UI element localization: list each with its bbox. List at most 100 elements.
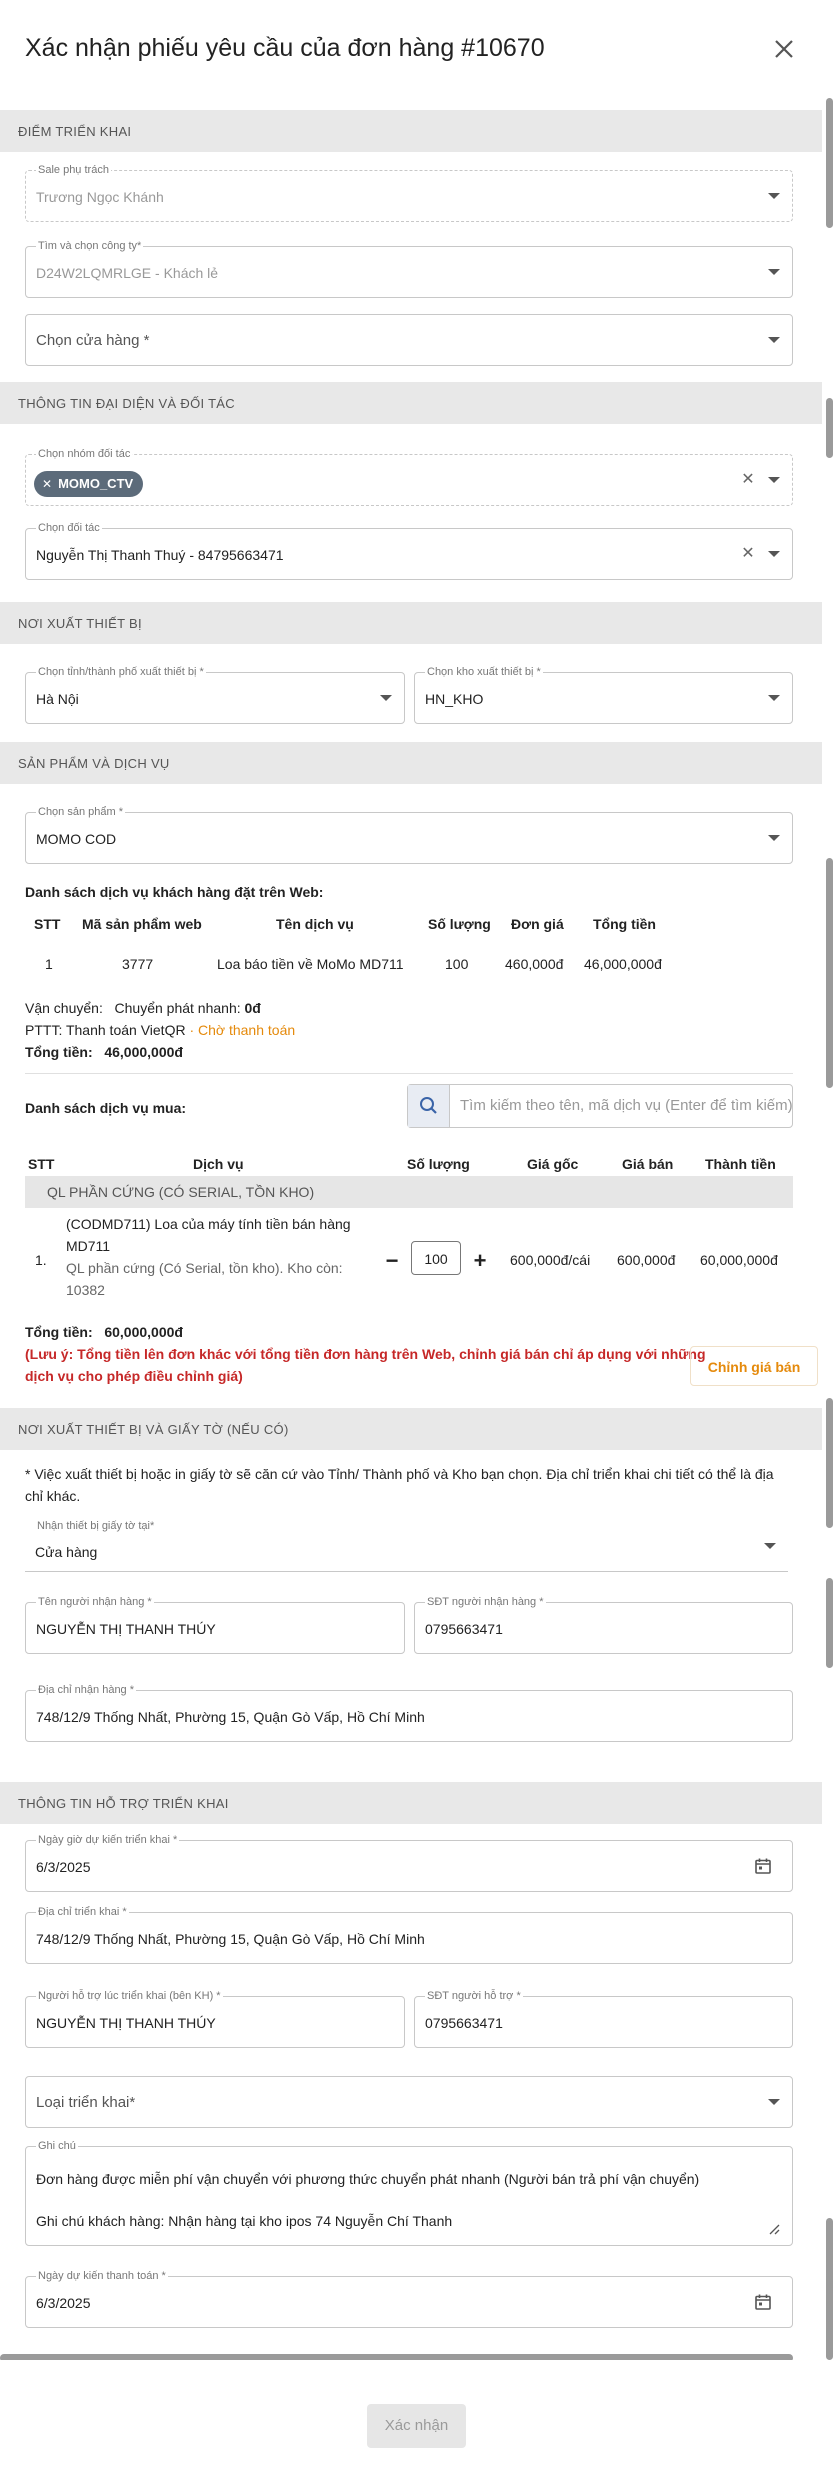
support-person-input[interactable]: Người hỗ trợ lúc triển khai (bên KH) * N… bbox=[25, 1990, 405, 2048]
web-header-name: Tên dịch vụ bbox=[276, 916, 354, 932]
scrollbar-thumb[interactable] bbox=[826, 858, 833, 1088]
field-value: Trương Ngọc Khánh bbox=[36, 189, 164, 205]
note-line-1: Đơn hàng được miễn phí vận chuyển với ph… bbox=[36, 2171, 700, 2187]
web-cell-total: 46,000,000đ bbox=[584, 956, 662, 972]
dialog-body[interactable]: ĐIỂM TRIỂN KHAI Sale phụ trách Trương Ng… bbox=[0, 98, 822, 2360]
web-header-code: Mã sản phẩm web bbox=[82, 916, 202, 932]
confirm-button[interactable]: Xác nhận bbox=[367, 2404, 466, 2448]
deploy-type-select[interactable]: Loại triển khai* bbox=[25, 2076, 793, 2128]
support-phone-input[interactable]: SĐT người hỗ trợ * 0795663471 bbox=[414, 1990, 793, 2048]
receive-place-select[interactable]: Nhận thiết bị giấy tờ tại* Cửa hàng bbox=[25, 1520, 788, 1572]
chip-remove-icon[interactable]: ✕ bbox=[42, 477, 52, 491]
calendar-icon[interactable] bbox=[754, 1857, 772, 1875]
scrollbar-thumb[interactable] bbox=[826, 1578, 833, 1668]
web-cell-price: 460,000đ bbox=[505, 956, 564, 972]
section-products: SẢN PHẨM VÀ DỊCH VỤ bbox=[0, 742, 822, 784]
payment-status: · Chờ thanh toán bbox=[189, 1022, 296, 1038]
search-placeholder: Tìm kiếm theo tên, mã dịch vụ (Enter để … bbox=[460, 1097, 793, 1114]
horizontal-scrollbar[interactable] bbox=[0, 2354, 793, 2360]
field-value: 0795663471 bbox=[425, 2015, 503, 2031]
service-search-input[interactable]: Tìm kiếm theo tên, mã dịch vụ (Enter để … bbox=[407, 1084, 793, 1128]
scrollbar-thumb[interactable] bbox=[826, 1398, 833, 1528]
calendar-icon[interactable] bbox=[754, 2293, 772, 2311]
deploy-address-input[interactable]: Địa chỉ triển khai * 748/12/9 Thống Nhất… bbox=[25, 1906, 793, 1964]
section-title: ĐIỂM TRIỂN KHAI bbox=[18, 124, 132, 139]
web-header-qty: Số lượng bbox=[428, 916, 491, 932]
clear-icon[interactable]: ✕ bbox=[740, 472, 756, 488]
chevron-down-icon[interactable] bbox=[768, 2099, 780, 2105]
section-title: SẢN PHẨM VÀ DỊCH VỤ bbox=[18, 756, 170, 771]
section-title: NƠI XUẤT THIẾT BỊ VÀ GIẤY TỜ (NẾU CÓ) bbox=[18, 1422, 289, 1437]
buy-cell-name-1: (CODMD711) Loa của máy tính tiền bán hàn… bbox=[66, 1216, 351, 1232]
section-title: THÔNG TIN HỖ TRỢ TRIỂN KHAI bbox=[18, 1796, 229, 1811]
dialog-header: Xác nhận phiếu yêu cầu của đơn hàng #106… bbox=[0, 0, 837, 98]
section-title: THÔNG TIN ĐẠI DIỆN VÀ ĐỐI TÁC bbox=[18, 396, 235, 411]
buy-header-total: Thành tiền bbox=[705, 1156, 776, 1172]
partner-group-chip[interactable]: ✕ MOMO_CTV bbox=[34, 471, 144, 497]
partner-select[interactable]: Chọn đối tác Nguyễn Thị Thanh Thuý - 847… bbox=[25, 522, 793, 580]
field-placeholder: Loại triển khai* bbox=[36, 2094, 136, 2111]
search-icon-wrap[interactable] bbox=[408, 1085, 450, 1127]
chevron-down-icon[interactable] bbox=[764, 1542, 776, 1549]
buy-header-stt: STT bbox=[28, 1156, 55, 1172]
field-value: Cửa hàng bbox=[35, 1544, 98, 1560]
scrollbar-thumb[interactable] bbox=[826, 2218, 833, 2360]
resize-handle-icon[interactable] bbox=[768, 2223, 780, 2235]
buy-header-sale-price: Giá bán bbox=[622, 1156, 674, 1172]
section-support-info: THÔNG TIN HỖ TRỢ TRIỂN KHAI bbox=[0, 1782, 822, 1824]
shipping-method: Chuyển phát nhanh: bbox=[114, 1000, 241, 1016]
buy-total: Tổng tiền: 60,000,000đ bbox=[25, 1324, 183, 1340]
buy-header-qty: Số lượng bbox=[407, 1156, 470, 1172]
chevron-down-icon[interactable] bbox=[380, 695, 392, 701]
buy-cell-base-price: 600,000đ/cái bbox=[510, 1252, 591, 1268]
vertical-scrollbar[interactable] bbox=[822, 98, 837, 2360]
receive-address-input[interactable]: Địa chỉ nhận hàng * 748/12/9 Thống Nhất,… bbox=[25, 1684, 793, 1742]
buy-cell-total: 60,000,000đ bbox=[700, 1252, 778, 1268]
payment-date-input[interactable]: Ngày dự kiến thanh toán * 6/3/2025 bbox=[25, 2270, 793, 2328]
clear-icon[interactable]: ✕ bbox=[740, 546, 756, 562]
scrollbar-thumb[interactable] bbox=[826, 98, 833, 228]
expected-time-input[interactable]: Ngày giờ dự kiến triển khai * 6/3/2025 bbox=[25, 1834, 793, 1892]
scrollbar-thumb[interactable] bbox=[826, 398, 833, 458]
product-select[interactable]: Chọn sản phẩm * MOMO COD bbox=[25, 806, 793, 864]
web-cell-qty: 100 bbox=[445, 956, 469, 972]
city-select[interactable]: Chọn tỉnh/thành phố xuất thiết bị * Hà N… bbox=[25, 666, 405, 724]
company-select: Tìm và chọn công ty* D24W2LQMRLGE - Khác… bbox=[25, 240, 793, 298]
section-deploy-point: ĐIỂM TRIỂN KHAI bbox=[0, 110, 822, 152]
field-value: NGUYỄN THỊ THANH THÚY bbox=[36, 1621, 216, 1637]
chevron-down-icon[interactable] bbox=[768, 695, 780, 701]
chevron-down-icon[interactable] bbox=[768, 551, 780, 557]
field-value: 748/12/9 Thống Nhất, Phường 15, Quận Gò … bbox=[36, 1709, 425, 1725]
partner-group-select[interactable]: Chọn nhóm đối tác ✕ MOMO_CTV ✕ bbox=[25, 448, 793, 506]
chevron-down-icon[interactable] bbox=[768, 477, 780, 483]
export-info-2: chỉ khác. bbox=[25, 1488, 81, 1504]
qty-plus-button[interactable]: + bbox=[470, 1250, 490, 1272]
field-value: NGUYỄN THỊ THANH THÚY bbox=[36, 2015, 216, 2031]
chevron-down-icon[interactable] bbox=[768, 337, 780, 343]
buy-header-base-price: Giá gốc bbox=[527, 1156, 579, 1172]
field-value: 6/3/2025 bbox=[36, 1859, 91, 1875]
receiver-phone-input[interactable]: SĐT người nhận hàng * 0795663471 bbox=[414, 1596, 793, 1654]
receiver-name-input[interactable]: Tên người nhận hàng * NGUYỄN THỊ THANH T… bbox=[25, 1596, 405, 1654]
close-icon[interactable] bbox=[771, 36, 797, 62]
note-textarea[interactable]: Ghi chú Đơn hàng được miễn phí vận chuyể… bbox=[25, 2140, 793, 2246]
search-icon[interactable] bbox=[408, 1085, 450, 1127]
buy-cell-desc-2: 10382 bbox=[66, 1282, 105, 1298]
adjust-price-button[interactable]: Chỉnh giá bán bbox=[690, 1346, 818, 1386]
buy-total-value: 60,000,000đ bbox=[104, 1324, 183, 1340]
quantity-input[interactable]: 100 bbox=[411, 1241, 461, 1275]
web-total-value: 46,000,000đ bbox=[104, 1044, 183, 1060]
field-value: Nguyễn Thị Thanh Thuý - 84795663471 bbox=[36, 547, 284, 563]
web-total-label: Tổng tiền: bbox=[25, 1044, 93, 1060]
store-select[interactable]: Chọn cửa hàng * bbox=[25, 314, 793, 366]
buy-cell-stt: 1. bbox=[35, 1252, 47, 1268]
qty-minus-button[interactable]: − bbox=[382, 1250, 402, 1272]
warehouse-select[interactable]: Chọn kho xuất thiết bị * HN_KHO bbox=[414, 666, 793, 724]
payment-label: PTTT: Thanh toán VietQR bbox=[25, 1022, 186, 1038]
shipping-label: Vận chuyển: bbox=[25, 1000, 103, 1016]
web-cell-name: Loa báo tiền về MoMo MD711 bbox=[217, 956, 404, 972]
buy-cell-desc-1: QL phần cứng (Có Serial, tồn kho). Kho c… bbox=[66, 1260, 343, 1276]
chevron-down-icon[interactable] bbox=[768, 835, 780, 841]
chevron-down-icon bbox=[768, 193, 780, 199]
price-note-1: (Lưu ý: Tổng tiền lên đơn khác với tổng … bbox=[25, 1346, 706, 1362]
